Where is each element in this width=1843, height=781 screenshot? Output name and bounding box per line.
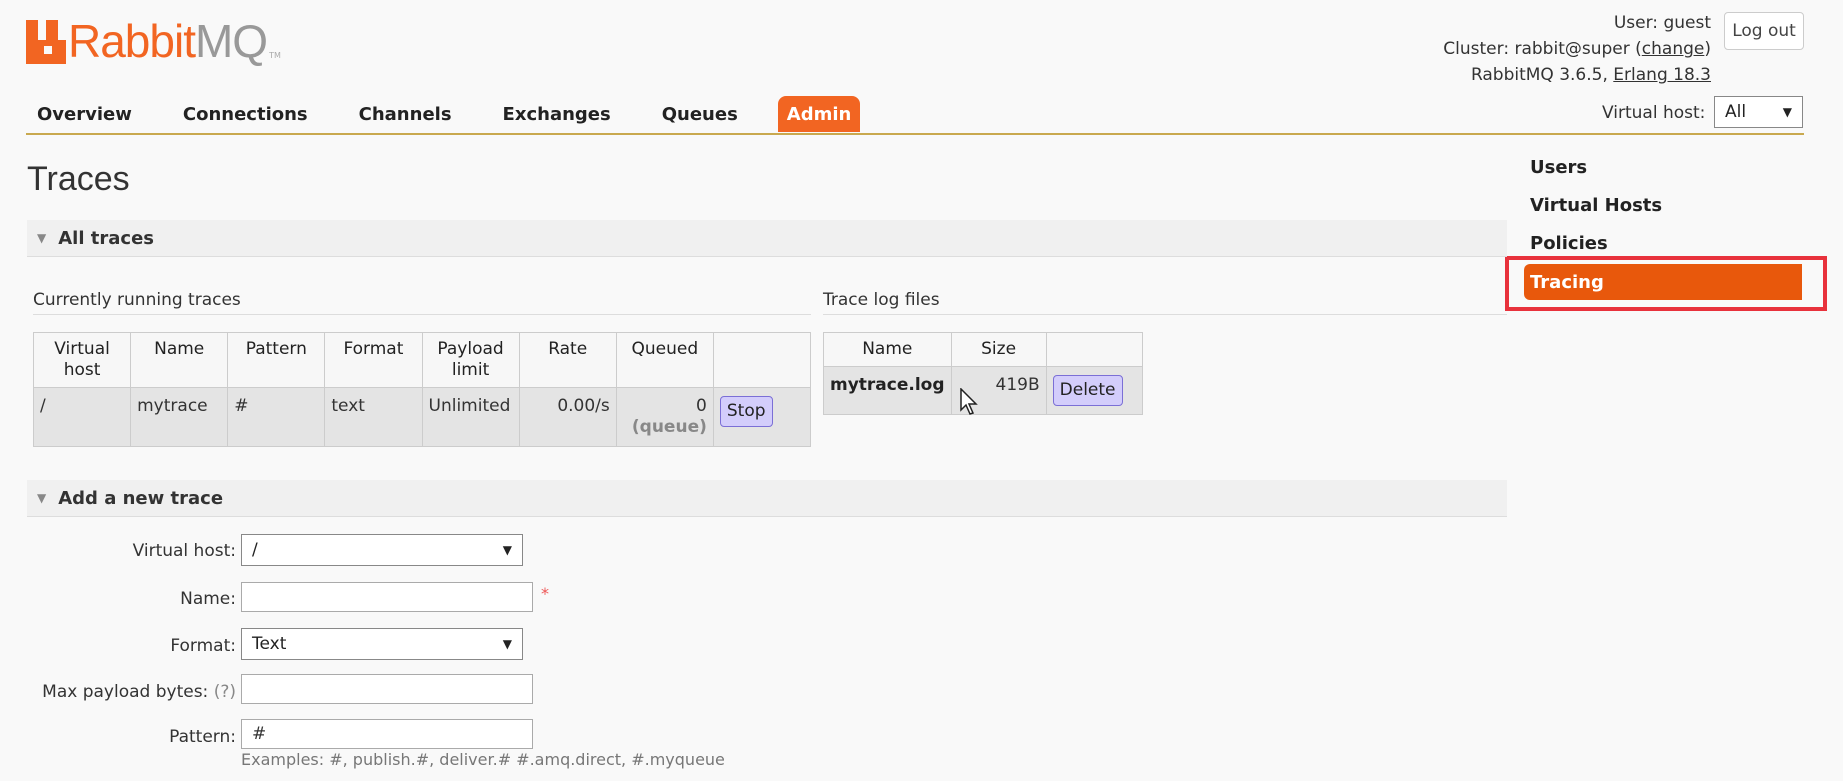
pattern-field-label: Pattern: bbox=[169, 727, 236, 747]
running-traces-table: Virtual host Name Pattern Format Payload… bbox=[32, 332, 812, 447]
user-name: guest bbox=[1663, 13, 1711, 33]
col-queued: Queued bbox=[615, 332, 714, 388]
log-file-link[interactable]: mytrace.log bbox=[823, 366, 952, 415]
side-item-virtual-hosts[interactable]: Virtual Hosts bbox=[1530, 195, 1662, 216]
stop-trace-button[interactable]: Stop bbox=[719, 396, 773, 427]
all-traces-header[interactable]: ▼ All traces bbox=[27, 220, 1507, 257]
collapse-triangle-icon: ▼ bbox=[37, 231, 47, 245]
help-icon[interactable]: (?) bbox=[214, 682, 236, 702]
name-field-label: Name: bbox=[180, 589, 236, 609]
col-log-size: Size bbox=[950, 332, 1047, 367]
highlight-box bbox=[1505, 256, 1827, 311]
trace-log-table: Name Size mytrace.log 419B Delete bbox=[823, 332, 1144, 415]
cell-log-actions: Delete bbox=[1045, 366, 1144, 415]
cell-rate: 0.00/s bbox=[518, 387, 617, 447]
col-format: Format bbox=[324, 332, 423, 388]
col-virtual-host: Virtual host bbox=[32, 332, 132, 388]
vhost-selector-label: Virtual host: bbox=[1602, 103, 1706, 123]
tab-exchanges[interactable]: Exchanges bbox=[492, 96, 622, 132]
tab-admin[interactable]: Admin bbox=[777, 96, 861, 132]
max-payload-input[interactable] bbox=[241, 674, 533, 704]
tab-queues[interactable]: Queues bbox=[651, 96, 749, 132]
page-title: Traces bbox=[27, 160, 130, 198]
chevron-down-icon: ▼ bbox=[502, 543, 512, 557]
main-nav: Overview Connections Channels Exchanges … bbox=[26, 96, 889, 132]
rabbitmq-logo-icon bbox=[26, 20, 66, 64]
cell-format: text bbox=[324, 387, 423, 447]
cell-vhost: / bbox=[32, 387, 132, 447]
logo-tm: TM bbox=[269, 51, 281, 60]
col-rate: Rate bbox=[518, 332, 617, 388]
erlang-version: Erlang 18.3 bbox=[1613, 65, 1711, 85]
version-line: RabbitMQ 3.6.5, Erlang 18.3 bbox=[1470, 65, 1711, 85]
collapse-triangle-icon: ▼ bbox=[37, 491, 47, 505]
running-traces-divider bbox=[33, 314, 811, 315]
queued-unit: (queue) bbox=[631, 417, 707, 437]
cell-payload-limit: Unlimited bbox=[421, 387, 520, 447]
cell-queued: 0 (queue) bbox=[615, 387, 714, 447]
table-row: mytrace.log 419B Delete bbox=[823, 366, 1144, 415]
col-log-actions bbox=[1045, 332, 1144, 367]
tab-channels[interactable]: Channels bbox=[348, 96, 463, 132]
max-payload-label: Max payload bytes: (?) bbox=[42, 682, 236, 702]
table-row: / mytrace # text Unlimited 0.00/s 0 (que… bbox=[32, 387, 812, 447]
delete-log-button[interactable]: Delete bbox=[1052, 375, 1123, 406]
trace-log-divider bbox=[823, 314, 1507, 315]
vhost-select[interactable]: / ▼ bbox=[241, 534, 523, 566]
tab-overview[interactable]: Overview bbox=[26, 96, 143, 132]
running-traces-label: Currently running traces bbox=[33, 290, 241, 310]
user-info: User: guest Cluster: rabbit@super (chang… bbox=[1443, 10, 1711, 88]
side-item-policies[interactable]: Policies bbox=[1530, 233, 1608, 254]
pattern-input[interactable]: # bbox=[241, 719, 533, 749]
name-input[interactable] bbox=[241, 582, 533, 612]
change-cluster-link[interactable]: change bbox=[1642, 39, 1705, 59]
cell-name: mytrace bbox=[130, 387, 229, 447]
col-pattern: Pattern bbox=[227, 332, 326, 388]
col-actions bbox=[712, 332, 812, 388]
col-log-name: Name bbox=[823, 332, 952, 367]
logo-text: RabbitMQ bbox=[68, 15, 268, 67]
cell-pattern: # bbox=[227, 387, 326, 447]
nav-divider bbox=[26, 133, 1804, 135]
vhost-selector[interactable]: All ▼ bbox=[1714, 96, 1803, 128]
format-field-label: Format: bbox=[170, 636, 236, 656]
vhost-field-label: Virtual host: bbox=[132, 541, 236, 561]
table-header-row: Name Size bbox=[823, 332, 1144, 367]
format-select[interactable]: Text ▼ bbox=[241, 628, 523, 660]
col-name: Name bbox=[130, 332, 229, 388]
tab-connections[interactable]: Connections bbox=[172, 96, 319, 132]
cell-actions: Stop bbox=[712, 387, 812, 447]
col-payload-limit: Payload limit bbox=[421, 332, 520, 388]
side-item-users[interactable]: Users bbox=[1530, 157, 1587, 178]
chevron-down-icon: ▼ bbox=[1782, 105, 1792, 119]
logout-button[interactable]: Log out bbox=[1724, 12, 1804, 50]
cluster-line: Cluster: rabbit@super (change) bbox=[1443, 39, 1711, 59]
user-line: User: guest bbox=[1613, 13, 1711, 33]
table-header-row: Virtual host Name Pattern Format Payload… bbox=[32, 332, 812, 388]
required-marker: * bbox=[541, 584, 549, 603]
add-trace-header[interactable]: ▼ Add a new trace bbox=[27, 480, 1507, 517]
pattern-examples: Examples: #, publish.#, deliver.# #.amq.… bbox=[241, 750, 725, 769]
trace-log-files-label: Trace log files bbox=[823, 290, 940, 310]
chevron-down-icon: ▼ bbox=[502, 637, 512, 651]
mouse-cursor-icon bbox=[960, 388, 978, 415]
rabbitmq-logo: RabbitMQ TM bbox=[26, 14, 281, 64]
